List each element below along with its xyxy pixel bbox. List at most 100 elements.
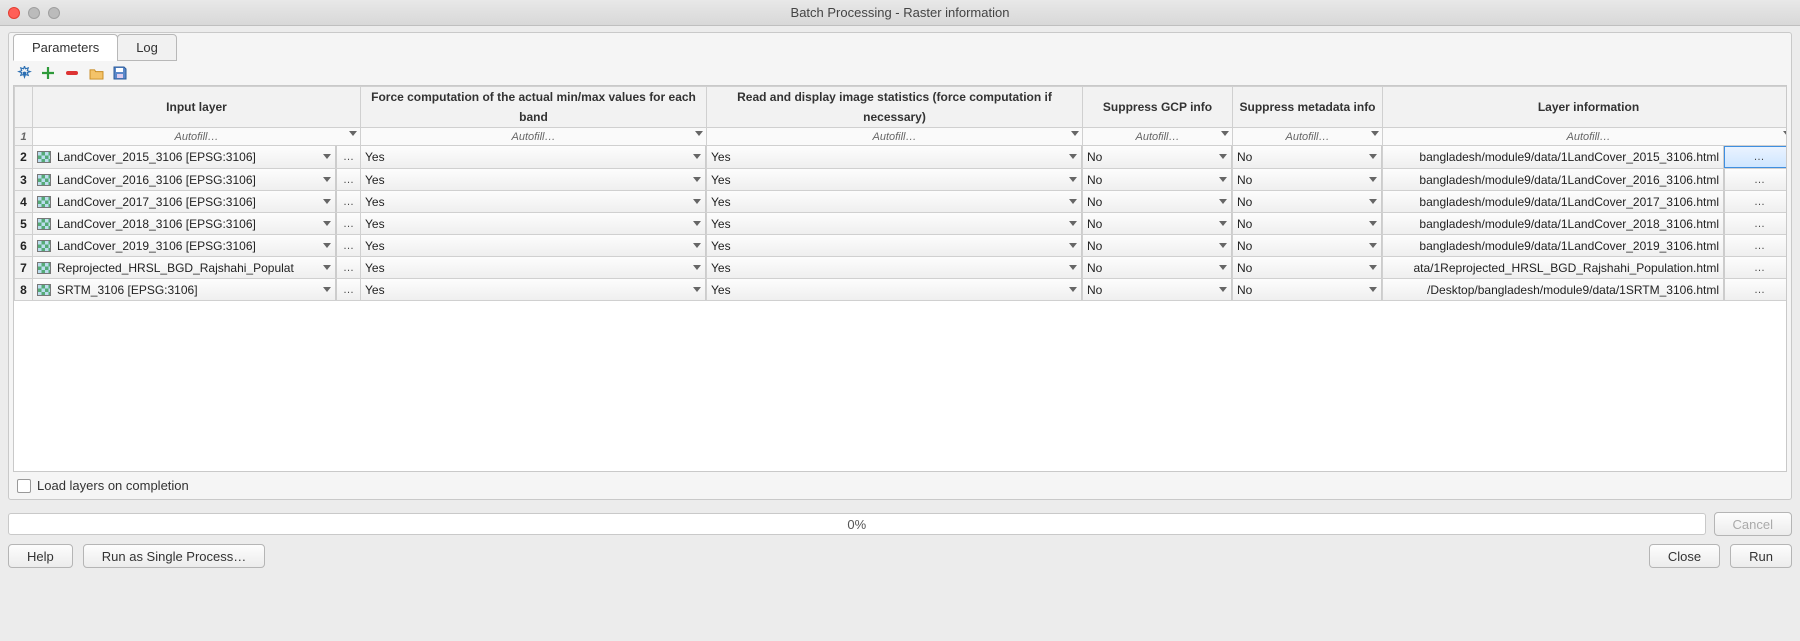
browse-input-button[interactable]: … [336, 257, 360, 278]
autofill-input[interactable]: Autofill… [33, 128, 361, 146]
input-layer-combo[interactable]: Reprojected_HRSL_BGD_Rajshahi_Populat [33, 257, 336, 278]
header-read-stats[interactable]: Read and display image statistics (force… [707, 87, 1083, 128]
gcp-combo[interactable]: No [1083, 213, 1232, 234]
meta-combo[interactable]: No [1233, 169, 1382, 190]
force-combo[interactable]: Yes [361, 235, 706, 256]
main-panel: Parameters Log Input layer [8, 32, 1792, 500]
batch-table: Input layer Force computation of the act… [13, 85, 1787, 472]
save-icon[interactable] [111, 65, 129, 81]
header-force-computation[interactable]: Force computation of the actual min/max … [361, 87, 707, 128]
header-suppress-meta[interactable]: Suppress metadata info [1233, 87, 1383, 128]
browse-input-button[interactable]: … [336, 169, 360, 190]
read-combo[interactable]: Yes [707, 146, 1082, 168]
layer-output-field[interactable]: bangladesh/module9/data/1LandCover_2016_… [1383, 169, 1724, 190]
force-combo[interactable]: Yes [361, 257, 706, 278]
row-number: 8 [15, 279, 33, 301]
autofill-layer[interactable]: Autofill… [1383, 128, 1788, 146]
browse-input-button[interactable]: … [336, 146, 360, 168]
cell-input-layer: LandCover_2015_3106 [EPSG:3106]… [33, 146, 361, 169]
raster-icon [37, 174, 51, 186]
meta-combo[interactable]: No [1233, 257, 1382, 278]
cell-force: Yes [361, 191, 707, 213]
cell-meta: No [1233, 279, 1383, 301]
chevron-down-icon [1369, 287, 1377, 292]
chevron-down-icon [1369, 154, 1377, 159]
chevron-down-icon [1369, 221, 1377, 226]
meta-combo[interactable]: No [1233, 235, 1382, 256]
read-combo[interactable]: Yes [707, 235, 1082, 256]
tab-parameters[interactable]: Parameters [13, 34, 118, 61]
browse-output-button[interactable]: … [1724, 235, 1787, 256]
autofill-read[interactable]: Autofill… [707, 128, 1083, 146]
gcp-combo[interactable]: No [1083, 235, 1232, 256]
layer-output-field[interactable]: bangladesh/module9/data/1LandCover_2017_… [1383, 191, 1724, 212]
input-layer-combo[interactable]: LandCover_2018_3106 [EPSG:3106] [33, 213, 336, 234]
layer-output-field[interactable]: bangladesh/module9/data/1LandCover_2019_… [1383, 235, 1724, 256]
meta-combo[interactable]: No [1233, 191, 1382, 212]
cell-meta: No [1233, 169, 1383, 191]
gcp-combo[interactable]: No [1083, 146, 1232, 168]
load-layers-checkbox[interactable] [17, 479, 31, 493]
open-folder-icon[interactable] [87, 65, 105, 81]
autofill-meta[interactable]: Autofill… [1233, 128, 1383, 146]
force-combo[interactable]: Yes [361, 213, 706, 234]
run-single-button[interactable]: Run as Single Process… [83, 544, 266, 568]
force-combo[interactable]: Yes [361, 279, 706, 300]
input-layer-combo[interactable]: LandCover_2017_3106 [EPSG:3106] [33, 191, 336, 212]
gcp-combo[interactable]: No [1083, 279, 1232, 300]
autofill-gcp[interactable]: Autofill… [1083, 128, 1233, 146]
input-layer-combo[interactable]: LandCover_2016_3106 [EPSG:3106] [33, 169, 336, 190]
browse-input-button[interactable]: … [336, 213, 360, 234]
read-combo[interactable]: Yes [707, 279, 1082, 300]
input-layer-combo[interactable]: LandCover_2015_3106 [EPSG:3106] [33, 146, 336, 168]
row-number: 5 [15, 213, 33, 235]
force-combo[interactable]: Yes [361, 146, 706, 168]
gcp-combo[interactable]: No [1083, 191, 1232, 212]
meta-combo[interactable]: No [1233, 146, 1382, 168]
read-combo[interactable]: Yes [707, 213, 1082, 234]
browse-output-button[interactable]: … [1724, 213, 1787, 234]
gcp-combo[interactable]: No [1083, 169, 1232, 190]
autofill-force[interactable]: Autofill… [361, 128, 707, 146]
browse-output-button[interactable]: … [1724, 191, 1787, 212]
force-combo[interactable]: Yes [361, 191, 706, 212]
force-combo[interactable]: Yes [361, 169, 706, 190]
browse-input-button[interactable]: … [336, 279, 360, 300]
cell-read: Yes [707, 169, 1083, 191]
header-input-layer[interactable]: Input layer [33, 87, 361, 128]
gcp-combo[interactable]: No [1083, 257, 1232, 278]
browse-output-button[interactable]: … [1724, 169, 1787, 190]
read-combo[interactable]: Yes [707, 257, 1082, 278]
load-layers-label: Load layers on completion [37, 478, 189, 493]
meta-combo[interactable]: No [1233, 213, 1382, 234]
browse-output-button[interactable]: … [1724, 257, 1787, 278]
chevron-down-icon [1219, 221, 1227, 226]
cell-input-layer: Reprojected_HRSL_BGD_Rajshahi_Populat… [33, 257, 361, 279]
settings-icon[interactable] [15, 65, 33, 81]
input-layer-combo[interactable]: LandCover_2019_3106 [EPSG:3106] [33, 235, 336, 256]
browse-input-button[interactable]: … [336, 191, 360, 212]
chevron-down-icon [1369, 243, 1377, 248]
read-combo[interactable]: Yes [707, 191, 1082, 212]
help-button[interactable]: Help [8, 544, 73, 568]
layer-output-field[interactable]: bangladesh/module9/data/1LandCover_2015_… [1383, 146, 1724, 168]
meta-combo[interactable]: No [1233, 279, 1382, 300]
run-button[interactable]: Run [1730, 544, 1792, 568]
layer-output-field[interactable]: ata/1Reprojected_HRSL_BGD_Rajshahi_Popul… [1383, 257, 1724, 278]
add-row-icon[interactable] [39, 65, 57, 81]
layer-output-field[interactable]: /Desktop/bangladesh/module9/data/1SRTM_3… [1383, 279, 1724, 300]
browse-output-button[interactable]: … [1724, 279, 1787, 300]
layer-output-field[interactable]: bangladesh/module9/data/1LandCover_2018_… [1383, 213, 1724, 234]
cell-force: Yes [361, 235, 707, 257]
tab-log[interactable]: Log [117, 34, 177, 61]
header-suppress-gcp[interactable]: Suppress GCP info [1083, 87, 1233, 128]
read-combo[interactable]: Yes [707, 169, 1082, 190]
cell-layer-info: bangladesh/module9/data/1LandCover_2015_… [1383, 146, 1788, 169]
input-layer-combo[interactable]: SRTM_3106 [EPSG:3106] [33, 279, 336, 300]
remove-row-icon[interactable] [63, 65, 81, 81]
header-layer-info[interactable]: Layer information [1383, 87, 1788, 128]
browse-input-button[interactable]: … [336, 235, 360, 256]
browse-output-button[interactable]: … [1724, 146, 1787, 168]
chevron-down-icon [1071, 131, 1079, 136]
close-button[interactable]: Close [1649, 544, 1720, 568]
